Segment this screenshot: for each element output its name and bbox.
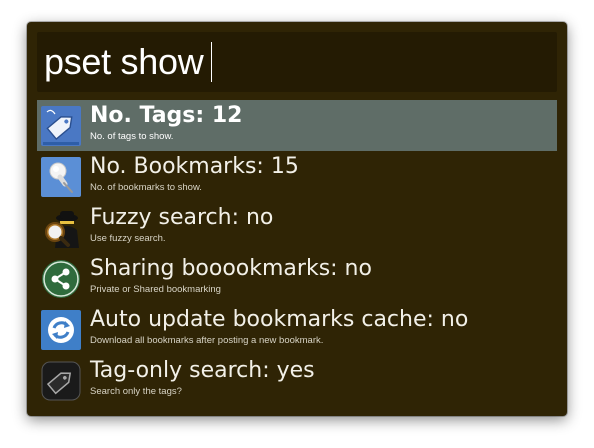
- result-title: No. Tags: 12: [90, 103, 243, 128]
- tag-dark-icon: [41, 361, 81, 401]
- pushpin-icon: [41, 157, 81, 197]
- search-input[interactable]: pset show: [37, 32, 557, 92]
- refresh-icon: [41, 310, 81, 350]
- spy-magnifier-icon: [45, 211, 79, 248]
- launcher-window: pset show No. Tags: 12 No. of tags to sh…: [27, 22, 567, 416]
- tag-icon: [41, 106, 81, 146]
- result-item-no-tags[interactable]: No. Tags: 12 No. of tags to show.: [37, 100, 557, 151]
- result-title: Auto update bookmarks cache: no: [90, 307, 469, 332]
- result-title: No. Bookmarks: 15: [90, 154, 299, 179]
- result-title: Sharing booookmarks: no: [90, 256, 372, 281]
- result-subtitle: No. of tags to show.: [90, 131, 174, 142]
- result-item-tag-only-search[interactable]: Tag-only search: yes Search only the tag…: [37, 355, 557, 406]
- result-subtitle: Search only the tags?: [90, 386, 182, 397]
- text-caret: [211, 42, 213, 82]
- share-icon: [42, 260, 80, 298]
- result-subtitle: No. of bookmarks to show.: [90, 182, 202, 193]
- results-list: No. Tags: 12 No. of tags to show. No. Bo…: [37, 100, 557, 406]
- result-subtitle: Download all bookmarks after posting a n…: [90, 335, 324, 346]
- search-query-text[interactable]: pset show: [44, 44, 204, 80]
- result-item-sharing-bookmarks[interactable]: Sharing booookmarks: no Private or Share…: [37, 253, 557, 304]
- result-subtitle: Use fuzzy search.: [90, 233, 166, 244]
- result-item-fuzzy-search[interactable]: Fuzzy search: no Use fuzzy search.: [37, 202, 557, 253]
- result-title: Fuzzy search: no: [90, 205, 274, 230]
- result-item-no-bookmarks[interactable]: No. Bookmarks: 15 No. of bookmarks to sh…: [37, 151, 557, 202]
- result-item-auto-update-cache[interactable]: Auto update bookmarks cache: no Download…: [37, 304, 557, 355]
- result-title: Tag-only search: yes: [90, 358, 315, 383]
- result-subtitle: Private or Shared bookmarking: [90, 284, 221, 295]
